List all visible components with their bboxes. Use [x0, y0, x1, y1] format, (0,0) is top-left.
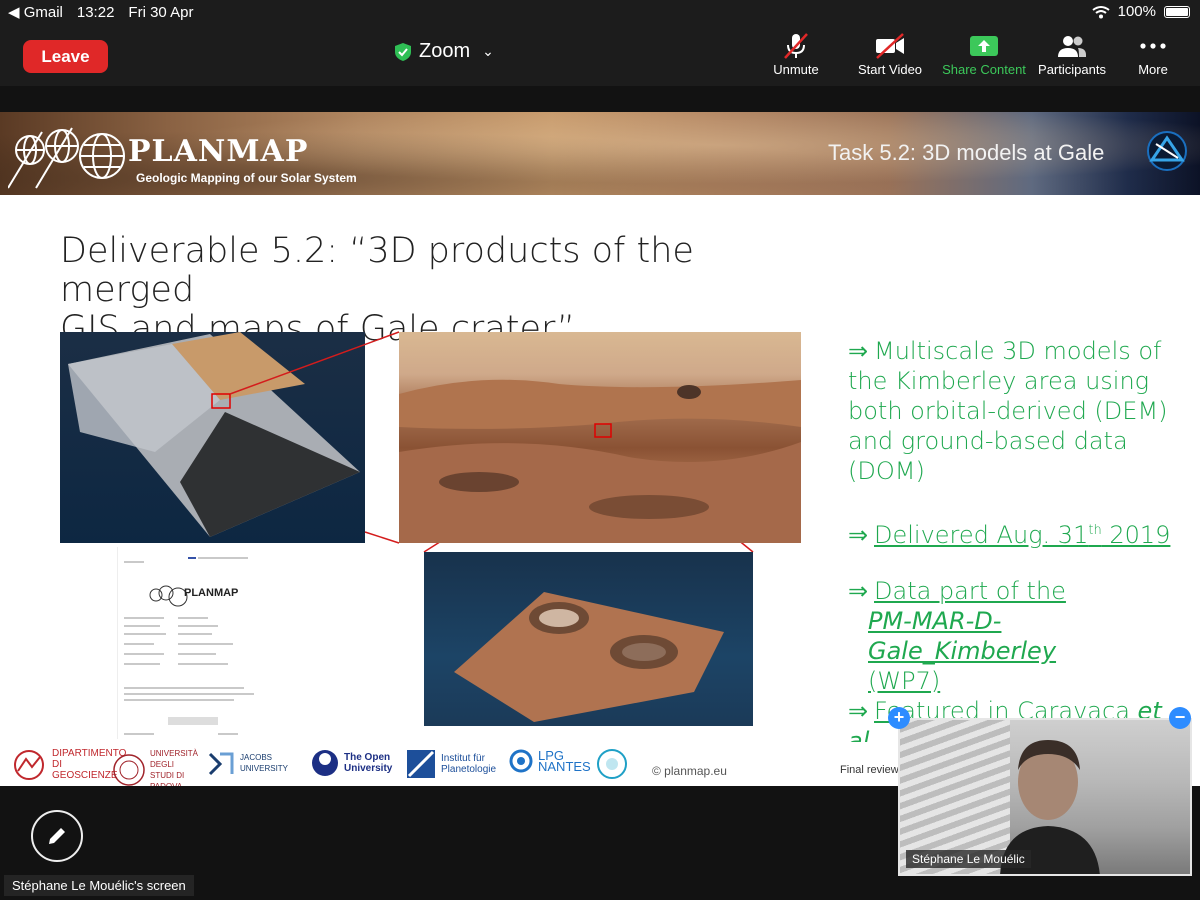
padova-seal-icon [113, 754, 145, 786]
europlanet-footer-icon [597, 749, 627, 779]
planmap-subtitle: Geologic Mapping of our Solar System [136, 171, 357, 185]
zoom-meeting-window: ◀ Gmail 13:22 Fri 30 Apr 100% Leave Zoom… [0, 0, 1200, 900]
europlanet-logo-icon [1147, 131, 1187, 171]
share-content-button[interactable]: Share Content [936, 32, 1032, 82]
bullet-arrow: ⇒ [848, 337, 869, 365]
copyright-text: © planmap.eu [652, 764, 727, 778]
task-title: Task 5.2: 3D models at Gale [828, 140, 1105, 165]
battery-icon [1164, 5, 1190, 18]
meeting-toolbar: Leave Zoom ⌄ Unmute Start Video Share Co… [0, 24, 1200, 86]
back-to-app-link[interactable]: ◀ Gmail [8, 3, 63, 21]
more-button[interactable]: More [1105, 32, 1200, 82]
pencil-icon [49, 828, 65, 844]
bullet-arrow: ⇒ [848, 577, 869, 605]
bullet-delivered-link[interactable]: Delivered Aug. 31th 2019 [874, 521, 1170, 549]
footer-logo2-text: UNIVERSITÀ DEGLI STUDI DI PADOVA [150, 749, 199, 786]
bullet-data-part[interactable]: ⇒ Data part of the PM-MAR-D-Gale_Kimberle… [848, 576, 1188, 696]
back-app-label: Gmail [23, 4, 63, 21]
bullet-multiscale: ⇒ Multiscale 3D models of the Kimberley a… [848, 336, 1188, 486]
bullet-multiscale-text: Multiscale 3D models of the Kimberley ar… [848, 337, 1168, 485]
final-review-text: Final review [840, 764, 899, 776]
deliverable-document-thumbnail: PLANMAP [117, 547, 267, 739]
battery-percent: 100% [1117, 3, 1156, 20]
unmute-button[interactable]: Unmute [748, 32, 844, 82]
footer-logo5-text: Institut für Planetologie [441, 753, 497, 775]
video-minimize-button[interactable]: − [1169, 707, 1191, 729]
bullet-data-part-line3[interactable]: (WP7) [868, 667, 940, 695]
footer-logo-jacobs: JACOBS UNIVERSITY [206, 748, 296, 778]
geoscienze-logo-icon [14, 749, 44, 780]
annotate-button[interactable] [31, 810, 83, 862]
bullet-arrow: ⇒ [848, 697, 869, 725]
footer-logo1-text: DIPARTIMENTO DI GEOSCIENZE [52, 748, 127, 781]
status-bar: ◀ Gmail 13:22 Fri 30 Apr 100% [0, 0, 1200, 24]
status-date: Fri 30 Apr [128, 3, 194, 21]
footer-logo-padova: UNIVERSITÀ DEGLI STUDI DI PADOVA [112, 748, 200, 786]
footer-logo4-text: The Open University [344, 752, 393, 774]
doc-brand: PLANMAP [184, 587, 239, 599]
footer-logo3-text: JACOBS UNIVERSITY [240, 753, 289, 773]
open-university-logo-icon [312, 750, 338, 776]
footer-logo-lpg: LPG NANTES [508, 748, 591, 774]
screen-owner-label: Stéphane Le Mouélic's screen [4, 875, 194, 896]
shared-screen-slide: PLANMAP Geologic Mapping of our Solar Sy… [0, 112, 1200, 786]
lpg-logo-icon [509, 749, 533, 773]
bullet-delivered-year: 2019 [1101, 521, 1171, 549]
footer-logo6-text: LPG NANTES [538, 748, 591, 774]
rover-panorama-image [399, 332, 801, 543]
slide-title-line1: Deliverable 5.2: “3D products of the mer… [60, 231, 694, 310]
status-time: 13:22 [76, 3, 115, 21]
footer-logo-geoscienze: DIPARTIMENTO DI GEOSCIENZE [10, 748, 127, 781]
share-content-label: Share Content [942, 62, 1026, 77]
bullet-arrow: ⇒ [848, 521, 869, 549]
share-icon [970, 36, 998, 56]
bullet-data-part-line1[interactable]: Data part of the [874, 577, 1066, 605]
spacer [0, 86, 1200, 112]
wifi-icon [1092, 5, 1110, 18]
video-off-icon [876, 33, 904, 59]
bullet-delivered-text: Delivered Aug. 31 [874, 521, 1089, 549]
unmute-label: Unmute [773, 62, 819, 77]
planmap-brand: PLANMAP [128, 134, 309, 169]
mic-muted-icon [784, 33, 808, 59]
planetologie-logo-icon [407, 750, 435, 778]
bullet-data-part-line2[interactable]: PM-MAR-D-Gale_Kimberley [868, 607, 1056, 665]
participant-video-thumbnail[interactable]: Stéphane Le Mouélic [898, 718, 1192, 876]
more-icon [1140, 43, 1166, 49]
more-label: More [1138, 62, 1168, 77]
bullet-delivered[interactable]: ⇒ Delivered Aug. 31th 2019 [848, 516, 1188, 550]
video-add-button[interactable]: + [888, 707, 910, 729]
crater-3d-model-image [424, 552, 753, 726]
footer-logo-planetologie: Institut für Planetologie [405, 748, 503, 780]
start-video-button[interactable]: Start Video [842, 32, 938, 82]
slide-header-banner: PLANMAP Geologic Mapping of our Solar Sy… [0, 112, 1200, 195]
orbital-dem-3d-image [60, 332, 365, 543]
jacobs-logo-icon [208, 752, 234, 776]
participants-icon [1058, 36, 1086, 57]
bullet-delivered-sup: th [1088, 523, 1102, 538]
start-video-label: Start Video [857, 62, 923, 77]
footer-logo-open-university: The Open University [310, 748, 404, 778]
participant-name-label: Stéphane Le Mouélic [906, 850, 1031, 868]
